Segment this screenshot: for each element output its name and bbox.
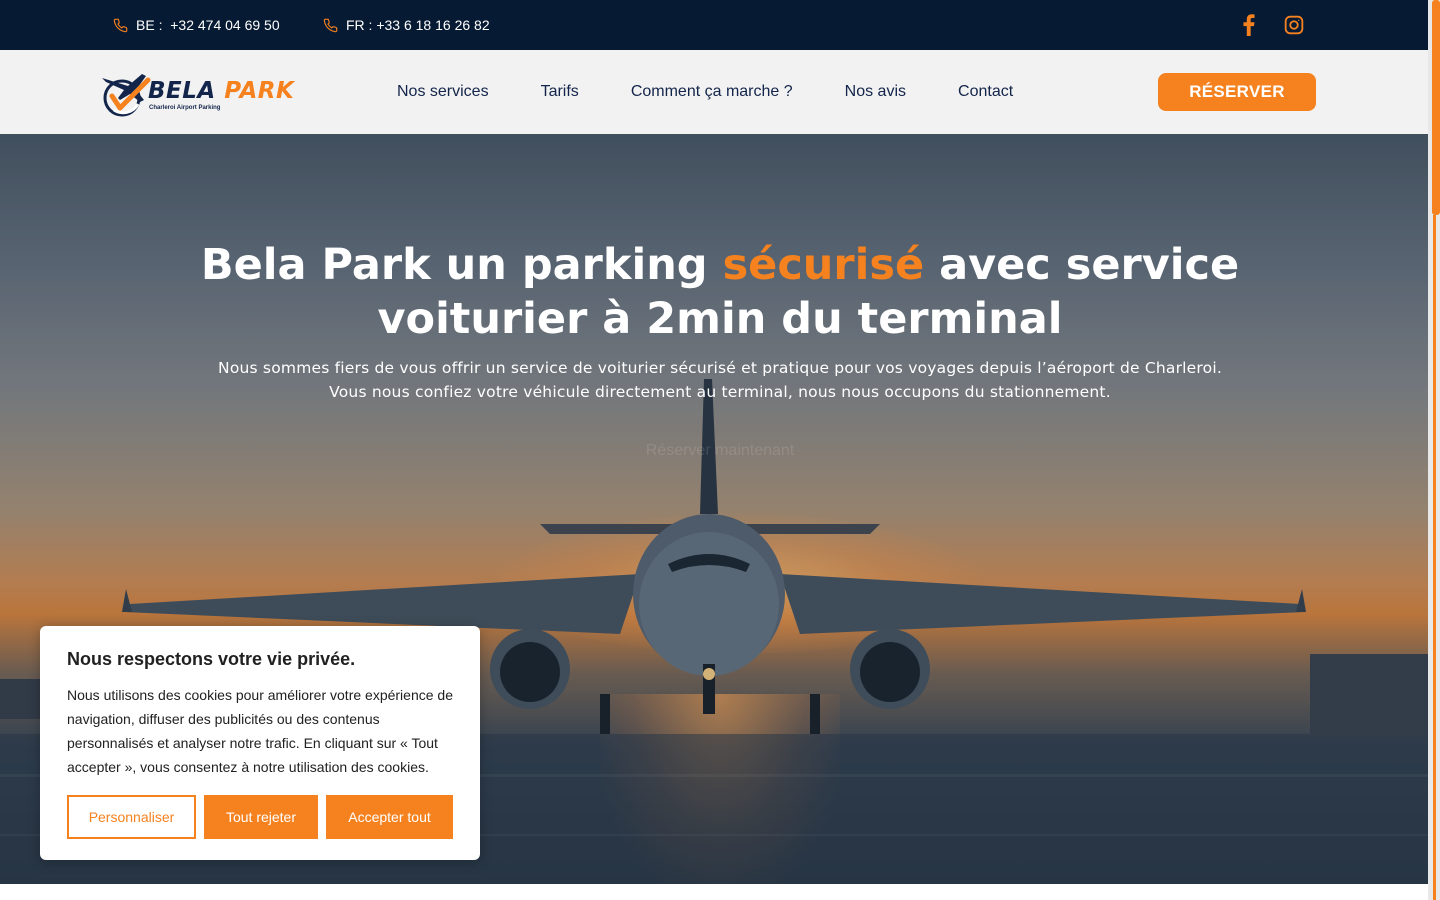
cookie-title: Nous respectons votre vie privée. — [67, 649, 356, 669]
logo-wordmark: BELA PARK — [148, 78, 295, 104]
hero-subtitle: Nous sommes fiers de vous offrir un serv… — [218, 359, 1222, 401]
nav-item-contact[interactable]: Contact — [958, 83, 1013, 101]
page-scrollbar[interactable] — [1428, 0, 1440, 900]
plane-check-logo-icon — [102, 74, 151, 117]
facebook-icon[interactable] — [1237, 13, 1261, 37]
instagram-icon[interactable] — [1282, 13, 1306, 37]
logo[interactable]: BELA PARK Charleroi Airport Parking — [98, 66, 294, 118]
next-section-edge — [0, 884, 1428, 900]
top-bar: BE : +32 474 04 69 50 FR : +33 6 18 16 2… — [0, 0, 1428, 50]
hero-book-now-button[interactable]: Réserver maintenant — [0, 442, 1428, 460]
phone-icon — [323, 18, 338, 32]
phone-be[interactable]: BE : +32 474 04 69 50 — [113, 0, 280, 50]
logo-tagline: Charleroi Airport Parking — [149, 105, 221, 111]
main-navigation: BELA PARK Charleroi Airport Parking Nos … — [0, 50, 1428, 134]
cookie-consent-dialog: Nous respectons votre vie privée. Nous u… — [40, 626, 480, 860]
scrollbar-thumb[interactable] — [1432, 0, 1440, 215]
nav-item-services[interactable]: Nos services — [397, 83, 489, 101]
phone-fr-text: FR : +33 6 18 16 26 82 — [346, 17, 490, 33]
hero-title-highlight: sécurisé — [722, 240, 925, 290]
scrollbar-track — [1433, 215, 1436, 900]
cookie-accept-all-button[interactable]: Accepter tout — [326, 795, 453, 839]
nav-item-how-it-works[interactable]: Comment ça marche ? — [631, 83, 793, 101]
phone-icon — [113, 18, 128, 32]
phone-be-text: BE : +32 474 04 69 50 — [136, 17, 280, 33]
nav-menu: Nos services Tarifs Comment ça marche ? … — [397, 50, 1065, 134]
cookie-text: Nous utilisons des cookies pour améliore… — [67, 687, 453, 775]
reserve-button[interactable]: RÉSERVER — [1158, 73, 1316, 111]
cookie-reject-all-button[interactable]: Tout rejeter — [204, 795, 318, 839]
nav-item-reviews[interactable]: Nos avis — [845, 83, 906, 101]
phone-fr[interactable]: FR : +33 6 18 16 26 82 — [323, 0, 490, 50]
cookie-customize-button[interactable]: Personnaliser — [67, 795, 196, 839]
hero-title: Bela Park un parking sécurisé avec servi… — [200, 240, 1240, 344]
nav-item-tarifs[interactable]: Tarifs — [541, 83, 579, 101]
